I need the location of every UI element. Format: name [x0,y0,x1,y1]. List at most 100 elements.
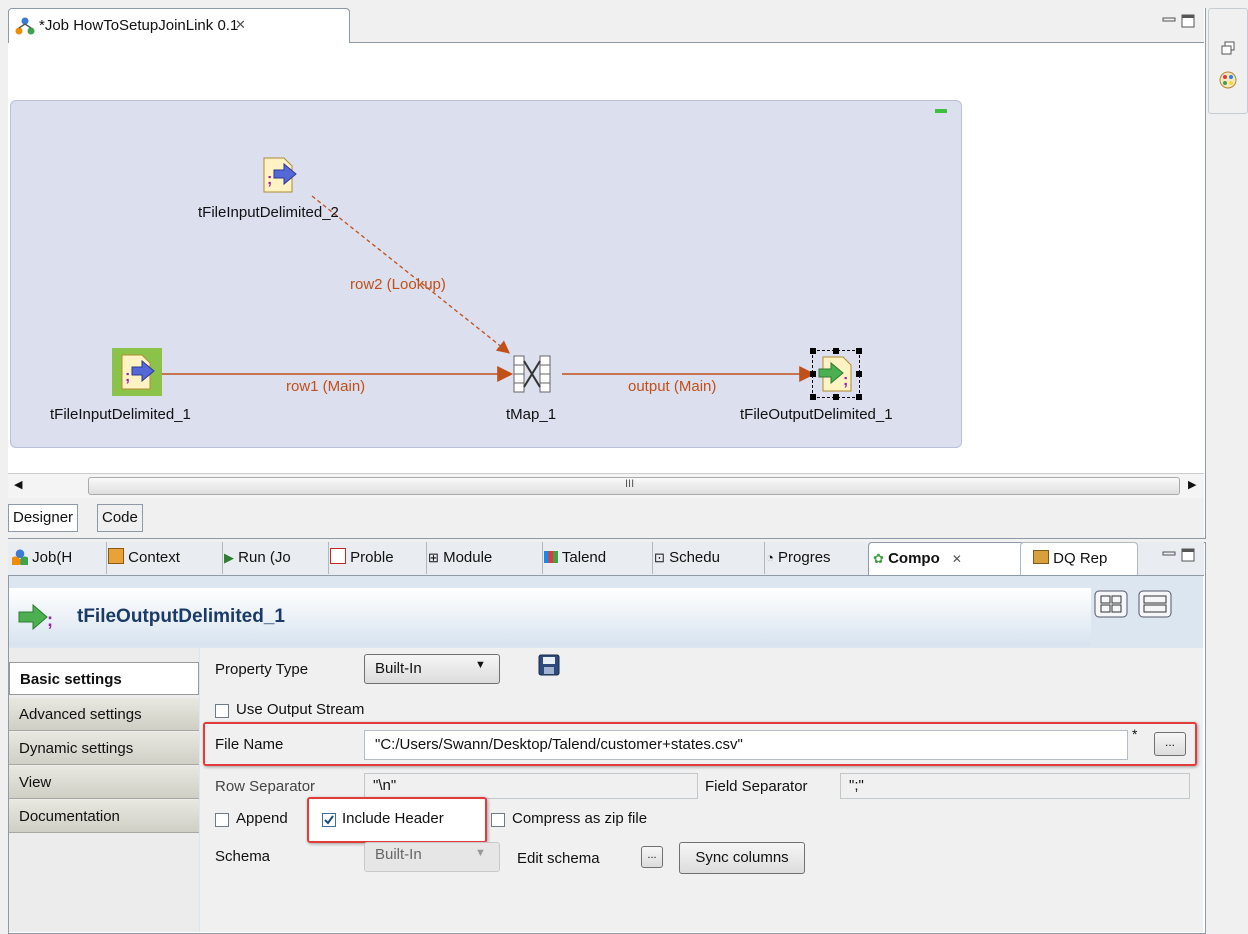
include-header-checkbox[interactable] [322,813,336,827]
svg-text:;: ; [843,372,848,389]
chevron-down-icon: ▼ [475,847,486,859]
close-tab-icon[interactable]: ✕ [952,552,962,566]
link-lines [158,195,816,382]
progress-icon: ◔ [766,550,774,565]
compress-checkbox[interactable] [491,813,505,827]
svg-text:;: ; [267,171,272,188]
context-icon [108,548,124,564]
tab-job[interactable]: Job(H [8,542,107,574]
tfileinputdelimited-1-label: tFileInputDelimited_1 [50,406,191,423]
tab-talend[interactable]: Talend [540,542,653,574]
tab-label: Talend [561,549,607,566]
property-type-label: Property Type [215,661,309,678]
sync-columns-button[interactable]: Sync columns [679,842,805,874]
tab-designer[interactable]: Designer [8,504,79,532]
tab-label: Context [128,549,180,566]
tfileinputdelimited-2-label: tFileInputDelimited_2 [198,204,339,221]
tab-label: Proble [350,549,394,566]
layout-rows-button[interactable] [1138,590,1174,618]
tab-progress[interactable]: ◔ Progres [762,542,871,574]
tab-modules[interactable]: ⊞ Module [424,542,543,574]
module-icon: ⊞ [428,550,439,565]
scheduler-icon: ⊡ [654,550,665,565]
file-name-input[interactable]: "C:/Users/Swann/Desktop/Talend/customer+… [364,730,1128,760]
dq-report-icon [1033,550,1049,564]
scroll-thumb[interactable]: III [88,477,1180,495]
tfileinputdelimited-1-node[interactable]: ; [112,348,162,396]
menu-documentation[interactable]: Documentation [9,800,199,833]
tab-label: Run (Jo [238,549,291,566]
restore-icon[interactable] [1221,41,1235,59]
file-name-value: "C:/Users/Swann/Desktop/Talend/customer+… [375,736,743,753]
schema-select[interactable]: Built-In ▼ [364,842,500,872]
tab-label: Progres [778,549,831,566]
main-link-label: row1 (Main) [286,378,366,395]
palette-icon[interactable] [1219,71,1237,93]
run-icon: ▶ [224,550,234,565]
talend-icon [544,551,558,563]
scroll-left-icon[interactable]: ◀ [14,478,22,491]
file-input-icon: ; [263,157,297,193]
append-checkbox[interactable] [215,813,229,827]
tmap-node[interactable] [512,352,552,396]
scroll-right-icon[interactable]: ▶ [1188,478,1196,491]
tab-run[interactable]: ▶ Run (Jo [220,542,329,574]
menu-basic-settings[interactable]: Basic settings [9,662,199,695]
tfileinputdelimited-2-node[interactable]: ; [260,156,298,194]
tab-dq-report[interactable]: DQ Rep [1020,542,1138,575]
save-icon[interactable] [538,654,560,680]
schema-label: Schema [215,848,271,865]
tab-problems[interactable]: Proble [326,542,427,574]
component-title: tFileOutputDelimited_1 [77,606,285,627]
maximize-icon[interactable] [1181,548,1195,566]
modified-marker: * [1132,726,1138,742]
browse-file-button[interactable]: ... [1154,732,1186,756]
tab-code[interactable]: Code [97,504,143,532]
field-separator-value: ";" [849,777,864,794]
property-type-value: Built-In [375,660,422,677]
edit-schema-button[interactable]: ... [641,846,663,868]
ellipsis-icon: ... [647,849,657,861]
tmap-label: tMap_1 [506,406,557,423]
tab-label: Compo [888,550,940,567]
views-tab-bar: Job(H Context ▶ Run (Jo Proble ⊞ Module … [8,542,1204,576]
job-icon [12,549,28,565]
use-output-stream-checkbox[interactable] [215,704,229,718]
horizontal-scrollbar[interactable]: ◀ III ▶ [8,473,1204,498]
designer-code-tabs: Designer Code [8,498,1204,538]
layout-grid-button[interactable] [1094,590,1130,618]
tfileoutputdelimited-1-node[interactable]: ; [810,348,862,400]
row-separator-input[interactable]: "\n" [364,773,698,799]
tab-label: DQ Rep [1053,550,1108,567]
tfileoutputdelimited-1-label: tFileOutputDelimited_1 [740,406,893,423]
tab-context[interactable]: Context [104,542,223,574]
field-separator-input[interactable]: ";" [840,773,1190,799]
tab-component[interactable]: ✿ Compo ✕ [868,542,1024,575]
svg-text:;: ; [47,610,53,630]
ellipsis-icon: ... [1164,735,1175,749]
menu-advanced-settings[interactable]: Advanced settings [9,698,199,731]
menu-dynamic-settings[interactable]: Dynamic settings [9,732,199,765]
property-type-select[interactable]: Built-In ▼ [364,654,500,684]
use-output-stream-label: Use Output Stream [236,701,365,718]
problems-icon [330,548,346,564]
tab-scheduler[interactable]: ⊡ Schedu [650,542,765,574]
file-output-icon: ; [818,356,852,392]
chevron-down-icon: ▼ [475,659,486,671]
lookup-link-label: row2 (Lookup) [350,276,446,293]
menu-view[interactable]: View [9,766,199,799]
file-name-label: File Name [215,736,284,753]
settings-menu: Basic settings Advanced settings Dynamic… [9,648,199,932]
schema-value: Built-In [375,846,422,863]
lookup-link[interactable] [311,195,511,354]
output-link-label: output (Main) [628,378,717,395]
tab-label: Module [443,549,493,566]
tab-label: Schedu [669,549,720,566]
file-input-icon: ; [121,354,155,390]
append-label: Append [236,810,288,827]
component-header: ; tFileOutputDelimited_1 [9,588,1091,646]
row-separator-label: Row Separator [215,778,316,795]
right-trim-bar [1208,8,1248,114]
minimize-icon[interactable] [1162,548,1176,565]
edit-schema-label: Edit schema [517,850,600,867]
